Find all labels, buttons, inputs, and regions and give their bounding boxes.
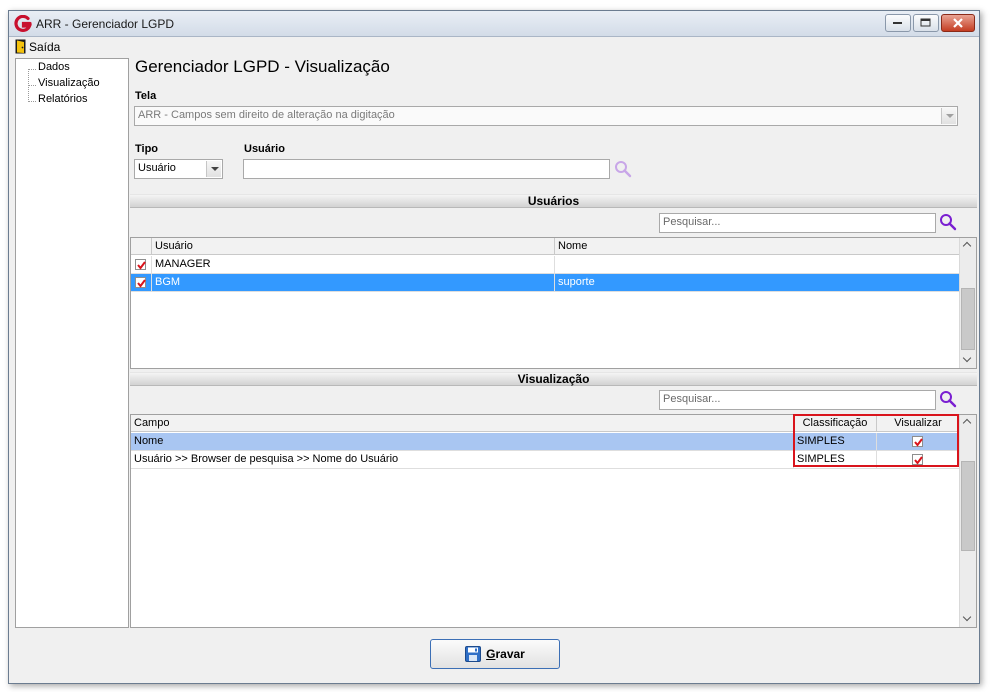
view-search-input[interactable]: Pesquisar... [659,390,936,410]
exit-label: Saída [29,39,61,54]
table-row[interactable]: BGM suporte [131,274,960,292]
tree-item-dados[interactable]: Dados [38,61,70,73]
users-section-title: Usuários [527,194,580,208]
maximize-icon [920,18,931,27]
exit-door-icon [15,39,26,54]
table-row[interactable]: MANAGER [131,256,960,274]
menu-bar: Saída [9,38,979,56]
tree-connector [28,85,36,86]
app-window: ARR - Gerenciador LGPD Saída Dados Visua… [8,10,980,684]
scroll-down-button[interactable] [960,611,976,627]
users-search-input[interactable]: Pesquisar... [659,213,936,233]
action-bar: Gravar [9,631,979,685]
close-button[interactable] [941,14,975,32]
row-check-cell [131,256,152,274]
tipo-dropdown-button[interactable] [206,161,221,177]
save-button[interactable]: Gravar [430,639,560,669]
exit-menu-item[interactable]: Saída [15,39,60,54]
tree-item-relatorios[interactable]: Relatórios [38,93,88,105]
users-search-placeholder: Pesquisar... [663,216,721,228]
close-icon [953,18,963,28]
column-header-usuario[interactable]: Usuário [152,238,555,255]
page-title: Gerenciador LGPD - Visualização [135,57,390,76]
usuario-search-icon[interactable] [614,160,632,178]
row-checkbox[interactable] [135,277,146,288]
users-grid: Usuário Nome MANAGER BGM suporte [130,237,977,369]
tipo-label: Tipo [135,143,159,155]
scroll-thumb[interactable] [961,288,975,350]
floppy-disk-icon [465,646,482,662]
tipo-select[interactable]: Usuário [134,159,223,179]
tela-dropdown-button[interactable] [941,108,956,124]
scroll-up-button[interactable] [960,415,976,431]
row-checkbox[interactable] [135,259,146,270]
check-icon [137,279,146,288]
tela-select[interactable]: ARR - Campos sem direito de alteração na… [134,106,958,126]
tela-label: Tela [135,90,157,102]
campo-cell: Nome [131,433,794,451]
navigation-tree: Dados Visualização Relatórios [15,58,129,628]
window-title: ARR - Gerenciador LGPD [36,17,175,31]
name-cell: suporte [555,274,960,292]
scroll-down-button[interactable] [960,352,976,368]
view-search-placeholder: Pesquisar... [663,393,721,405]
highlight-annotation-box [793,414,959,467]
scroll-up-button[interactable] [960,238,976,254]
scroll-thumb[interactable] [961,461,975,551]
user-cell: BGM [152,274,555,292]
users-grid-header: Usuário Nome [131,238,960,255]
user-cell: MANAGER [152,256,555,274]
check-icon [137,261,146,270]
tree-connector [28,69,36,70]
tree-connector [28,101,36,102]
users-search-icon[interactable] [939,213,957,231]
row-check-cell [131,274,152,292]
window-controls [885,14,975,32]
column-header-campo[interactable]: Campo [131,415,794,432]
title-bar[interactable]: ARR - Gerenciador LGPD [9,11,979,37]
users-grid-scrollbar[interactable] [959,238,976,368]
tree-item-visualizacao[interactable]: Visualização [38,77,100,89]
view-grid-scrollbar[interactable] [959,415,976,627]
minimize-icon [893,22,902,24]
view-search-icon[interactable] [939,390,957,408]
save-label-rest: ravar [495,647,525,661]
minimize-button[interactable] [885,14,911,32]
usuario-label: Usuário [244,143,285,155]
view-section-header: Visualização [130,372,977,386]
tela-value: ARR - Campos sem direito de alteração na… [138,109,395,121]
tipo-value: Usuário [138,162,176,174]
app-logo-icon [14,15,32,32]
view-section-title: Visualização [517,372,590,386]
column-header-nome[interactable]: Nome [555,238,960,255]
usuario-input[interactable] [243,159,610,179]
maximize-button[interactable] [913,14,939,32]
save-button-label: Gravar [486,647,525,661]
users-section-header: Usuários [130,194,977,208]
campo-cell: Usuário >> Browser de pesquisa >> Nome d… [131,451,794,469]
users-grid-check-header [131,238,152,255]
name-cell [555,256,960,274]
